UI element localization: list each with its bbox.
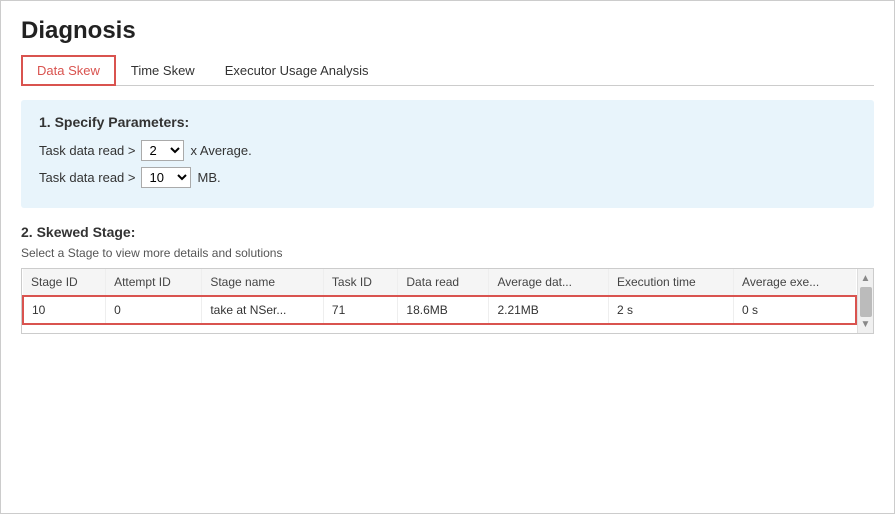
param1-prefix: Task data read > bbox=[39, 143, 135, 158]
col-stage-id: Stage ID bbox=[23, 269, 106, 296]
skewed-stage-section: 2. Skewed Stage: Select a Stage to view … bbox=[21, 224, 874, 334]
cell-task-id: 71 bbox=[323, 296, 397, 324]
page-wrapper: Diagnosis Data Skew Time Skew Executor U… bbox=[0, 0, 895, 514]
parameters-section-title: 1. Specify Parameters: bbox=[39, 114, 856, 130]
scroll-up-arrow[interactable]: ▲ bbox=[859, 271, 873, 285]
tab-executor-usage[interactable]: Executor Usage Analysis bbox=[210, 56, 384, 85]
param-row-2: Task data read > 5 10 20 50 100 MB. bbox=[39, 167, 856, 188]
col-stage-name: Stage name bbox=[202, 269, 324, 296]
tab-data-skew[interactable]: Data Skew bbox=[21, 55, 116, 86]
param2-select[interactable]: 5 10 20 50 100 bbox=[141, 167, 191, 188]
skewed-stage-subtitle: Select a Stage to view more details and … bbox=[21, 246, 874, 260]
skewed-stage-table: Stage ID Attempt ID Stage name Task ID D… bbox=[22, 269, 857, 325]
col-attempt-id: Attempt ID bbox=[106, 269, 202, 296]
scroll-down-arrow[interactable]: ▼ bbox=[859, 317, 873, 331]
col-task-id: Task ID bbox=[323, 269, 397, 296]
param2-suffix: MB. bbox=[197, 170, 220, 185]
tabs-bar: Data Skew Time Skew Executor Usage Analy… bbox=[21, 55, 874, 86]
tab-time-skew[interactable]: Time Skew bbox=[116, 56, 210, 85]
scroll-track bbox=[858, 285, 873, 317]
param1-select[interactable]: 1 2 3 5 10 bbox=[141, 140, 184, 161]
param-row-1: Task data read > 1 2 3 5 10 x Average. bbox=[39, 140, 856, 161]
col-exec-time: Execution time bbox=[609, 269, 734, 296]
skewed-stage-title: 2. Skewed Stage: bbox=[21, 224, 874, 240]
vertical-scrollbar[interactable]: ▲ ▼ bbox=[857, 269, 873, 333]
content-area: 1. Specify Parameters: Task data read > … bbox=[21, 86, 874, 513]
param1-suffix: x Average. bbox=[190, 143, 251, 158]
page-title: Diagnosis bbox=[21, 17, 874, 45]
param2-prefix: Task data read > bbox=[39, 170, 135, 185]
parameters-section: 1. Specify Parameters: Task data read > … bbox=[21, 100, 874, 208]
cell-stage-id: 10 bbox=[23, 296, 106, 324]
col-data-read: Data read bbox=[398, 269, 489, 296]
table-inner: Stage ID Attempt ID Stage name Task ID D… bbox=[22, 269, 857, 333]
cell-avg-data: 2.21MB bbox=[489, 296, 609, 324]
cell-avg-exec: 0 s bbox=[734, 296, 856, 324]
table-row[interactable]: 10 0 take at NSer... 71 18.6MB 2.21MB 2 … bbox=[23, 296, 856, 324]
col-avg-data: Average dat... bbox=[489, 269, 609, 296]
table-header-row: Stage ID Attempt ID Stage name Task ID D… bbox=[23, 269, 856, 296]
cell-data-read: 18.6MB bbox=[398, 296, 489, 324]
cell-attempt-id: 0 bbox=[106, 296, 202, 324]
table-scroll-container: Stage ID Attempt ID Stage name Task ID D… bbox=[21, 268, 874, 334]
scroll-thumb[interactable] bbox=[860, 287, 872, 317]
cell-exec-time: 2 s bbox=[609, 296, 734, 324]
col-avg-exec: Average exe... bbox=[734, 269, 856, 296]
cell-stage-name: take at NSer... bbox=[202, 296, 324, 324]
